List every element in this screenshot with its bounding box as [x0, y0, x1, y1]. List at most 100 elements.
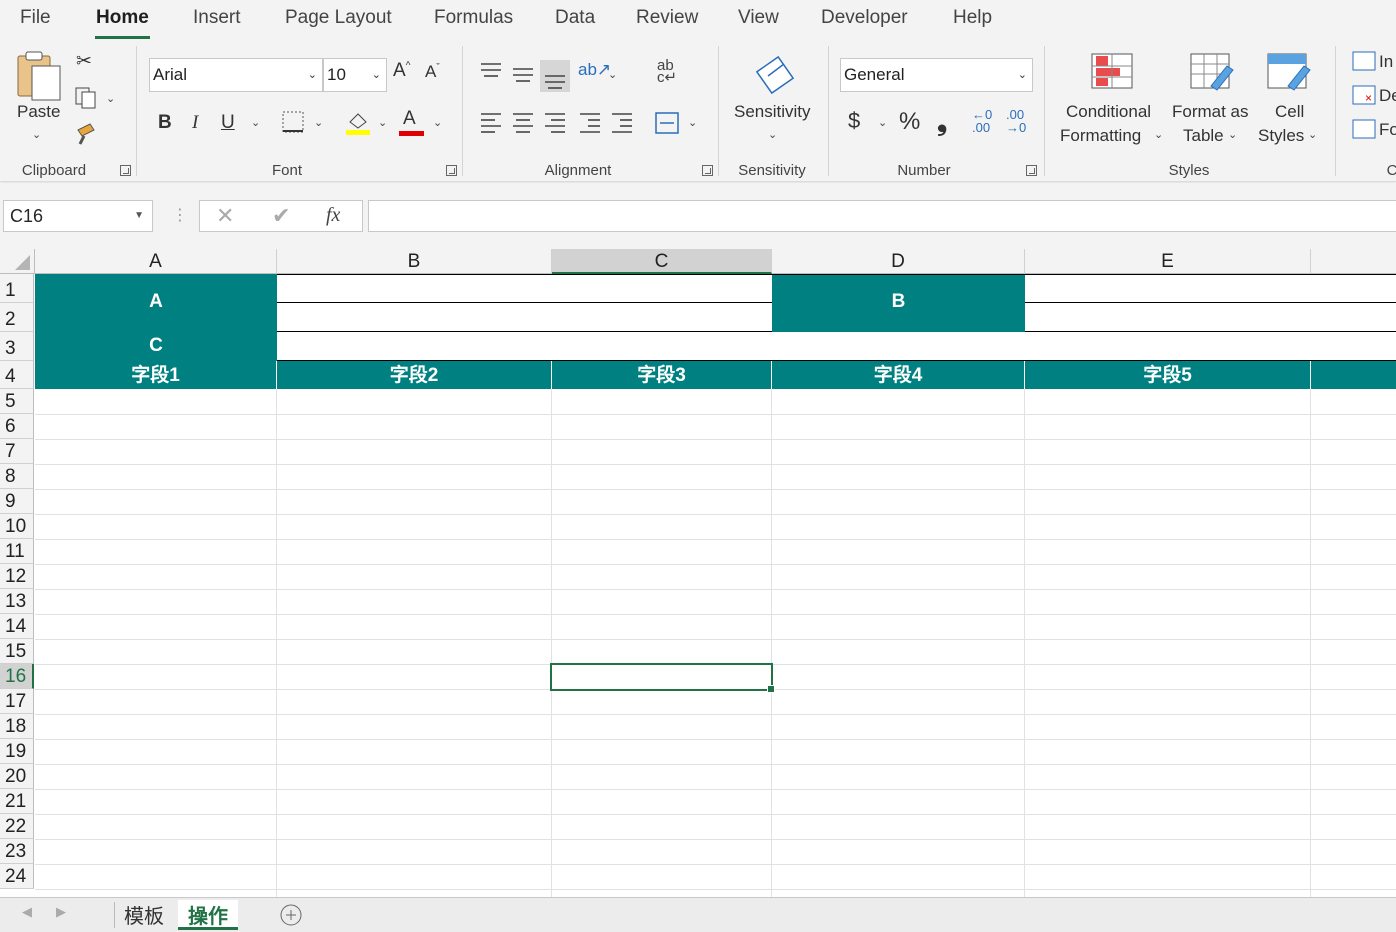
format-as-table-label-1[interactable]: Format as — [1172, 102, 1249, 122]
row-header[interactable]: 23 — [0, 839, 34, 864]
fill-color-icon[interactable] — [344, 108, 372, 136]
font-color-icon[interactable]: A — [403, 108, 416, 130]
comma-style-icon[interactable]: ❟ — [937, 106, 947, 138]
font-size-box[interactable]: 10 ⌄ — [323, 58, 387, 92]
tab-review[interactable]: Review — [636, 7, 698, 29]
column-header-d[interactable]: D — [772, 249, 1025, 274]
row-header[interactable]: 21 — [0, 789, 34, 814]
borders-icon[interactable] — [281, 110, 305, 134]
paste-icon[interactable] — [14, 50, 64, 102]
tab-developer[interactable]: Developer — [821, 7, 908, 29]
row-header[interactable]: 11 — [0, 539, 34, 564]
row-header[interactable]: 3 — [0, 332, 34, 361]
chevron-down-icon[interactable]: ⌄ — [378, 116, 387, 129]
sheet-tab-operation[interactable]: 操作 — [178, 900, 238, 930]
delete-cells-button[interactable]: De — [1379, 86, 1396, 106]
cell-styles-label-1[interactable]: Cell — [1275, 102, 1304, 122]
cell-d1-merged[interactable]: B — [772, 274, 1025, 332]
number-launcher-icon[interactable] — [1026, 165, 1037, 176]
row-header[interactable]: 19 — [0, 739, 34, 764]
cell-styles-icon[interactable] — [1266, 52, 1312, 92]
chevron-down-icon[interactable]: ⌄ — [1154, 128, 1163, 141]
row-header[interactable]: 8 — [0, 464, 34, 489]
name-box[interactable]: C16 ▼ — [3, 200, 153, 232]
increase-decimal-icon[interactable]: ←0.00 — [972, 108, 992, 134]
alignment-launcher-icon[interactable] — [702, 165, 713, 176]
selected-cell-c16[interactable] — [550, 663, 775, 693]
formula-input[interactable] — [368, 200, 1396, 232]
row-header[interactable]: 5 — [0, 389, 34, 414]
field-header-4[interactable]: 字段4 — [772, 361, 1024, 389]
insert-cells-button[interactable]: In — [1379, 52, 1393, 72]
insert-function-icon[interactable]: fx — [326, 204, 340, 227]
format-cells-button[interactable]: Fo — [1379, 120, 1396, 140]
format-painter-icon[interactable] — [74, 120, 100, 146]
font-launcher-icon[interactable] — [446, 165, 457, 176]
conditional-formatting-label-1[interactable]: Conditional — [1066, 102, 1151, 122]
copy-icon[interactable] — [74, 86, 100, 110]
format-as-table-label-2[interactable]: Table — [1183, 126, 1224, 146]
select-all-corner[interactable] — [0, 249, 35, 274]
wrap-text-icon[interactable]: ab c↵ — [657, 58, 677, 85]
add-sheet-icon[interactable] — [279, 903, 303, 927]
row-header[interactable]: 10 — [0, 514, 34, 539]
tab-formulas[interactable]: Formulas — [434, 7, 513, 29]
chevron-down-icon[interactable]: ⌄ — [433, 116, 442, 129]
chevron-down-icon[interactable]: ⌄ — [106, 92, 115, 105]
clipboard-launcher-icon[interactable] — [120, 165, 131, 176]
row-header[interactable]: 18 — [0, 714, 34, 739]
cut-icon[interactable]: ✂ — [76, 50, 92, 73]
row-header[interactable]: 13 — [0, 589, 34, 614]
currency-icon[interactable]: $ — [848, 108, 860, 134]
row-header[interactable]: 14 — [0, 614, 34, 639]
row-header[interactable]: 15 — [0, 639, 34, 664]
tab-page-layout[interactable]: Page Layout — [285, 7, 392, 29]
increase-font-icon[interactable]: A^ — [393, 60, 410, 82]
row-header[interactable]: 1 — [0, 274, 34, 303]
column-header-f[interactable] — [1311, 249, 1396, 274]
row-header-selected[interactable]: 16 — [0, 664, 34, 689]
orientation-icon[interactable]: ab↗ — [578, 60, 611, 80]
tab-file[interactable]: File — [20, 7, 51, 29]
sensitivity-icon[interactable] — [756, 48, 800, 96]
decrease-decimal-icon[interactable]: .00 →0 — [1006, 108, 1026, 134]
sheet-tab-template[interactable]: 模板 — [124, 900, 164, 929]
column-header-a[interactable]: A — [35, 249, 277, 274]
sensitivity-label[interactable]: Sensitivity — [734, 102, 811, 122]
cancel-icon[interactable]: ✕ — [216, 203, 234, 229]
tab-home[interactable]: Home — [95, 7, 150, 39]
chevron-down-icon[interactable]: ⌄ — [768, 128, 777, 141]
bold-button[interactable]: B — [158, 112, 172, 134]
row-header[interactable]: 4 — [0, 361, 34, 389]
font-name-box[interactable]: Arial ⌄ — [149, 58, 323, 92]
conditional-formatting-icon[interactable] — [1090, 52, 1136, 92]
cell-a3[interactable]: C — [35, 332, 277, 361]
row-header[interactable]: 6 — [0, 414, 34, 439]
number-format-box[interactable]: General ⌄ — [840, 58, 1033, 92]
field-header-2[interactable]: 字段2 — [277, 361, 551, 389]
cell-a1-merged[interactable]: A — [35, 274, 277, 332]
format-as-table-icon[interactable] — [1189, 52, 1235, 92]
chevron-down-icon[interactable]: ⌄ — [251, 116, 260, 129]
chevron-down-icon[interactable]: ⌄ — [1228, 128, 1237, 141]
chevron-down-icon[interactable]: ⌄ — [688, 116, 697, 129]
tab-help[interactable]: Help — [953, 7, 992, 29]
scroll-left-icon[interactable]: ◀ — [22, 904, 32, 920]
tab-data[interactable]: Data — [555, 7, 595, 29]
chevron-down-icon[interactable]: ⌄ — [314, 116, 323, 129]
row-header[interactable]: 12 — [0, 564, 34, 589]
field-header-5[interactable]: 字段5 — [1025, 361, 1310, 389]
chevron-down-icon[interactable]: ⌄ — [878, 116, 887, 129]
field-header-1[interactable]: 字段1 — [35, 361, 276, 389]
enter-icon[interactable]: ✔ — [272, 203, 290, 229]
italic-button[interactable]: I — [192, 112, 198, 134]
decrease-font-icon[interactable]: Aˇ — [425, 62, 440, 82]
scroll-right-icon[interactable]: ▶ — [56, 904, 66, 920]
cell-styles-label-2[interactable]: Styles — [1258, 126, 1304, 146]
row-header[interactable]: 2 — [0, 303, 34, 332]
chevron-down-icon[interactable]: ⌄ — [608, 68, 617, 81]
percent-icon[interactable]: % — [899, 108, 920, 136]
column-header-e[interactable]: E — [1025, 249, 1311, 274]
tab-insert[interactable]: Insert — [193, 7, 241, 29]
chevron-down-icon[interactable]: ⌄ — [32, 128, 41, 141]
